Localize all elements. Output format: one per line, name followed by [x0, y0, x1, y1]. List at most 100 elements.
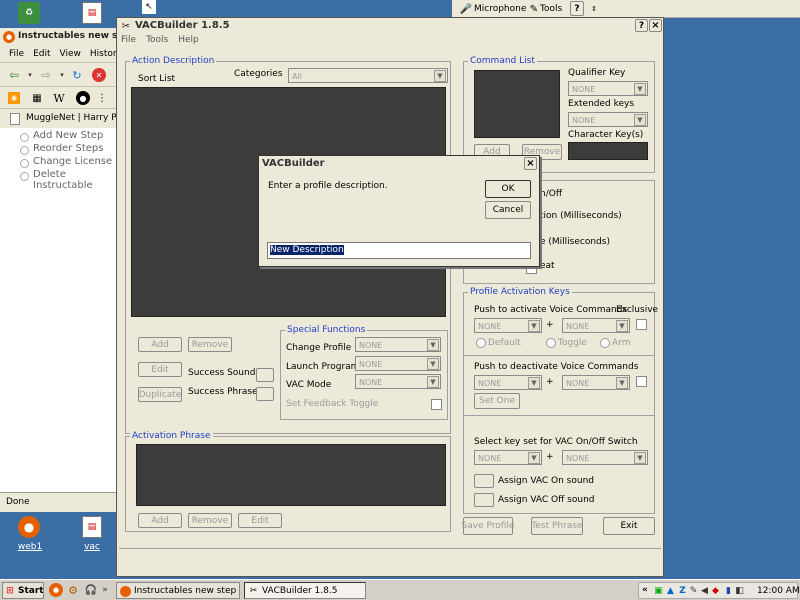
speaker-icon[interactable]: ◀ — [699, 585, 710, 597]
phrase-remove-button[interactable]: Remove — [188, 513, 232, 528]
profile-description-dialog: VACBuilder × Enter a profile description… — [258, 155, 540, 267]
browser-menu-view[interactable]: View — [60, 49, 81, 59]
activation-phrase-list[interactable] — [136, 444, 446, 506]
link-reorder-steps[interactable]: Reorder Steps — [20, 143, 117, 156]
gear-icon[interactable]: ⚙ — [66, 583, 80, 597]
toolbar-tools[interactable]: Tools — [540, 4, 562, 14]
arm-radio[interactable] — [600, 338, 610, 348]
taskbar-vacbuilder-label: VACBuilder 1.8.5 — [262, 586, 338, 596]
action-edit-button[interactable]: Edit — [138, 362, 182, 377]
pen-icon[interactable]: ✎ — [688, 585, 699, 597]
tools-icon: ✎ — [529, 3, 539, 15]
network-icon[interactable]: ▣ — [653, 585, 664, 597]
link-change-license[interactable]: Change License — [20, 156, 117, 169]
shield-icon[interactable]: ◧ — [734, 585, 745, 597]
menu-tools[interactable]: Tools — [146, 35, 168, 45]
rss-icon[interactable]: ◉ — [8, 92, 20, 104]
browser-menu-file[interactable]: File — [9, 49, 24, 59]
back-arrow-icon[interactable]: ⇦ — [6, 68, 22, 82]
default-radio[interactable] — [476, 338, 486, 348]
action-add-button[interactable]: Add — [138, 337, 182, 352]
deactivate-exclusive-checkbox[interactable] — [636, 376, 647, 387]
success-sound-button[interactable] — [256, 368, 274, 382]
link-delete-instructable[interactable]: Delete Instructable — [20, 169, 117, 191]
activate-key1-select[interactable]: NONE ▼ — [474, 318, 542, 333]
taskbar-vacbuilder-button[interactable]: ✂ VACBuilder 1.8.5 — [244, 582, 366, 599]
success-phrase-button[interactable] — [256, 387, 274, 401]
taskbar-browser-button[interactable]: Instructables new step : ... — [116, 582, 240, 599]
qr-icon[interactable]: ▦ — [30, 92, 44, 104]
vac-mode-select[interactable]: NONE ▼ — [355, 374, 441, 389]
assign-on-sound-button[interactable] — [474, 474, 494, 488]
assign-off-sound-button[interactable] — [474, 493, 494, 507]
exit-button[interactable]: Exit — [603, 517, 655, 535]
launch-program-select[interactable]: NONE ▼ — [355, 356, 441, 371]
stop-icon[interactable]: ✕ — [92, 68, 106, 82]
cancel-button[interactable]: Cancel — [485, 201, 531, 219]
tray-expand-button[interactable]: « — [642, 585, 648, 595]
vac-shortcut-icon[interactable]: ▤ — [82, 516, 102, 538]
categories-select[interactable]: All ▼ — [288, 68, 448, 83]
deactivate-key2-select[interactable]: NONE ▼ — [562, 375, 630, 390]
dropdown-arrow-icon[interactable]: ▾ — [26, 68, 34, 82]
character-keys-field[interactable] — [568, 142, 648, 160]
z-icon[interactable]: Z — [677, 585, 688, 597]
wikipedia-icon[interactable]: W — [52, 91, 66, 105]
clock[interactable]: 12:00 AM — [757, 586, 800, 596]
exclusive-checkbox[interactable] — [636, 319, 647, 330]
menu-help[interactable]: Help — [178, 35, 199, 45]
more-icon[interactable]: ⋮ — [97, 91, 107, 105]
window-help-button[interactable]: ? — [635, 19, 648, 32]
phrase-add-button[interactable]: Add — [138, 513, 182, 528]
firefox-quicklaunch-icon[interactable]: ● — [49, 583, 63, 597]
ok-button[interactable]: OK — [485, 180, 531, 198]
extended-keys-select[interactable]: NONE ▼ — [568, 112, 648, 127]
status-divider — [119, 548, 661, 549]
feedback-toggle-checkbox[interactable] — [431, 399, 442, 410]
test-phrase-button[interactable]: Test Phrase — [531, 517, 583, 535]
onoff-key1-select[interactable]: NONE ▼ — [474, 450, 542, 465]
recycle-bin-icon[interactable]: ♻ — [18, 2, 40, 24]
dropdown-arrow-icon[interactable]: ▾ — [58, 68, 66, 82]
link-add-step[interactable]: Add New Step — [20, 130, 117, 143]
dialog-title: VACBuilder — [262, 158, 325, 169]
toolbar-microphone[interactable]: Microphone — [474, 4, 526, 14]
circle-logo-icon[interactable]: ● — [76, 91, 90, 105]
success-sound-label: Success Sound — [188, 368, 256, 378]
qualifier-key-select[interactable]: NONE ▼ — [568, 81, 648, 96]
battery-icon[interactable]: ▮ — [723, 585, 734, 597]
reload-icon[interactable]: ↻ — [70, 68, 84, 82]
antivirus-icon[interactable]: ◆ — [710, 585, 721, 597]
dialog-close-button[interactable]: × — [524, 157, 537, 170]
set-one-button[interactable]: Set One — [474, 393, 520, 409]
browser-menu-edit[interactable]: Edit — [33, 49, 50, 59]
change-profile-select[interactable]: NONE ▼ — [355, 337, 441, 352]
description-input[interactable]: New Description — [267, 242, 531, 259]
onoff-key2-select[interactable]: NONE ▼ — [562, 450, 648, 465]
deactivate-key1-select[interactable]: NONE ▼ — [474, 375, 542, 390]
update-icon[interactable]: ▲ — [665, 585, 676, 597]
save-profile-button[interactable]: Save Profile — [462, 517, 514, 535]
start-button[interactable]: ⊞ Start — [2, 582, 44, 599]
phrase-edit-button[interactable]: Edit — [238, 513, 282, 528]
chevron-icon[interactable]: » — [101, 583, 109, 597]
headphones-icon[interactable]: 🎧 — [84, 583, 98, 597]
forward-arrow-icon[interactable]: ⇨ — [38, 68, 54, 82]
firefox-shortcut-icon[interactable]: ● — [18, 516, 40, 538]
toggle-radio[interactable] — [546, 338, 556, 348]
action-remove-button[interactable]: Remove — [188, 337, 232, 352]
document-icon[interactable]: ▤ — [82, 2, 102, 24]
menu-file[interactable]: File — [121, 35, 136, 45]
browser-tab[interactable]: MuggleNet | Harry Pott — [0, 108, 118, 128]
action-duplicate-button[interactable]: Duplicate — [138, 387, 182, 402]
dropdown-arrow-icon: ▼ — [427, 358, 439, 370]
activate-key2-select[interactable]: NONE ▼ — [562, 318, 630, 333]
dropdown-arrow-icon: ▼ — [528, 452, 540, 464]
desktop-label-vac[interactable]: vac — [76, 542, 108, 552]
desktop-label-web1[interactable]: web1 — [12, 542, 48, 552]
toolbar-scroll-icon[interactable]: ⇕ — [590, 2, 598, 16]
window-close-button[interactable]: × — [649, 19, 662, 32]
firefox-icon — [120, 586, 131, 597]
toolbar-help-button[interactable]: ? — [570, 1, 584, 16]
command-list[interactable] — [474, 70, 560, 138]
